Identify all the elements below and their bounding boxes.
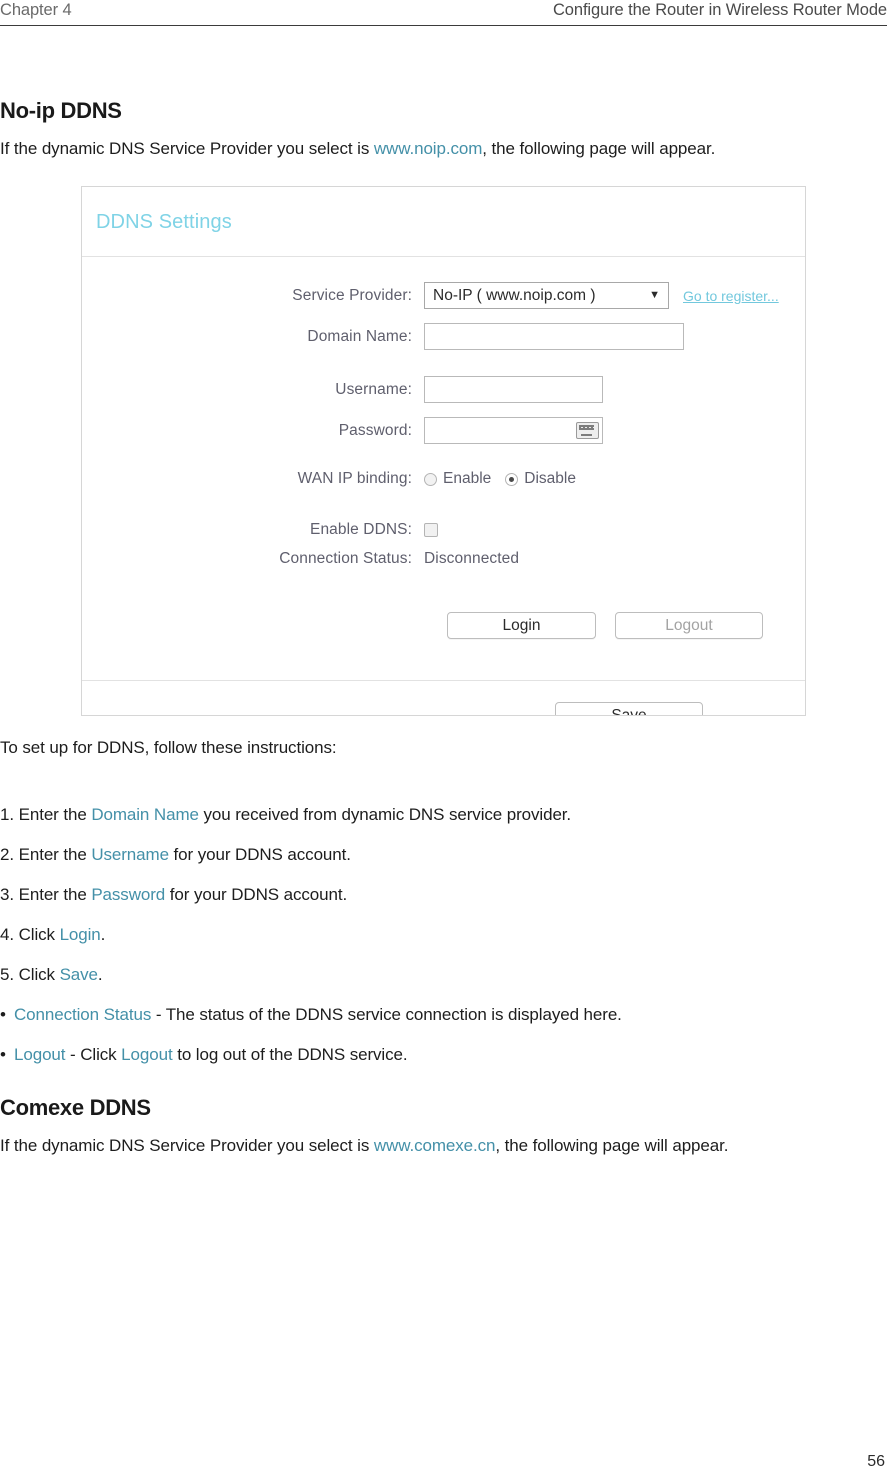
step-4-link[interactable]: Login	[60, 925, 101, 944]
radio-enable-label: Enable	[443, 470, 492, 487]
step-2-link[interactable]: Username	[91, 845, 169, 864]
bullet-logout: • Logout - Click Logout to log out of the…	[0, 1042, 408, 1068]
wan-ip-binding-control: Enable Disable	[424, 470, 576, 488]
instruction-step-4: 4. Click Login.	[0, 922, 105, 948]
step-2-prefix: 2. Enter the	[0, 845, 92, 864]
instruction-step-5: 5. Click Save.	[0, 962, 103, 988]
field-row-connection-status: Connection Status: Disconnected	[82, 550, 805, 568]
panel-footer: Save	[82, 681, 805, 715]
page-number: 56	[867, 1453, 885, 1470]
connection-status-value: Disconnected	[424, 550, 520, 567]
comexe-intro-before: If the dynamic DNS Service Provider you …	[0, 1136, 374, 1155]
bullet-1-description: - The status of the DDNS service connect…	[151, 1005, 622, 1024]
wan-ip-binding-label: WAN IP binding:	[297, 470, 412, 487]
step-1-rest: you received from dynamic DNS service pr…	[198, 805, 572, 824]
radio-disable[interactable]	[505, 472, 519, 486]
step-1-prefix: 1. Enter the	[0, 805, 92, 824]
domain-name-control	[424, 323, 684, 350]
instructions-lead: To set up for DDNS, follow these instruc…	[0, 738, 337, 757]
document-title: Configure the Router in Wireless Router …	[552, 1, 887, 19]
bullet-1-term: Connection Status	[14, 1005, 152, 1024]
section-heading-no-ip-ddns: No-ip DDNS	[0, 98, 122, 124]
chapter-label: Chapter 4	[0, 1, 72, 19]
enable-ddns-label: Enable DDNS:	[310, 521, 412, 538]
comexe-url-link[interactable]: www.comexe.cn	[374, 1136, 496, 1155]
field-row-password: Password:	[82, 417, 805, 444]
username-label: Username:	[335, 380, 412, 398]
bullet-2-mid: - Click	[65, 1045, 122, 1064]
bullet-2-term: Logout	[14, 1045, 66, 1064]
step-1-link[interactable]: Domain Name	[91, 805, 199, 824]
password-control	[424, 417, 603, 444]
comexe-intro-after: , the following page will appear.	[495, 1136, 729, 1155]
instruction-step-1: 1. Enter the Domain Name you received fr…	[0, 802, 571, 828]
password-label: Password:	[338, 421, 412, 439]
service-provider-label: Service Provider:	[292, 286, 412, 304]
field-row-enable-ddns: Enable DDNS:	[82, 521, 805, 539]
wan-ip-binding-radio-group: Enable Disable	[424, 470, 576, 488]
bullet-2-link[interactable]: Logout	[121, 1045, 173, 1064]
service-provider-selected-value: No-IP ( www.noip.com )	[433, 286, 596, 304]
domain-name-input[interactable]	[424, 323, 684, 350]
field-row-wan-ip-binding: WAN IP binding: Enable Disable	[82, 470, 805, 488]
field-row-username: Username:	[82, 376, 805, 403]
radio-enable[interactable]	[424, 472, 437, 486]
field-row-domain-name: Domain Name:	[82, 323, 805, 350]
intro-text-after: , the following page will appear.	[482, 139, 716, 158]
login-button[interactable]: Login	[447, 612, 596, 639]
section-intro-no-ip: If the dynamic DNS Service Provider you …	[0, 136, 887, 162]
ddns-settings-panel-screenshot: DDNS Settings Service Provider: No-IP ( …	[81, 186, 806, 716]
step-5-link[interactable]: Save	[60, 965, 98, 984]
logout-button[interactable]: Logout	[615, 612, 763, 639]
step-5-prefix: 5. Click	[0, 965, 60, 984]
step-4-rest: .	[100, 925, 106, 944]
bullet-dot-icon: •	[0, 1045, 6, 1064]
section-heading-comexe-ddns: Comexe DDNS	[0, 1095, 151, 1121]
step-4-prefix: 4. Click	[0, 925, 60, 944]
step-2-rest: for your DDNS account.	[168, 845, 351, 864]
save-button[interactable]: Save	[555, 702, 703, 715]
enable-ddns-control	[424, 523, 438, 537]
noip-url-link[interactable]: www.noip.com	[374, 139, 483, 158]
bullet-connection-status: • Connection Status - The status of the D…	[0, 1002, 622, 1028]
login-logout-button-row: Login Logout	[447, 612, 763, 639]
connection-status-label: Connection Status:	[279, 550, 412, 567]
bullet-dot-icon: •	[0, 1005, 6, 1024]
domain-name-label: Domain Name:	[307, 327, 412, 345]
username-control	[424, 376, 603, 403]
go-to-register-link[interactable]: Go to register...	[683, 288, 779, 304]
instruction-step-2: 2. Enter the Username for your DDNS acco…	[0, 842, 351, 868]
instruction-step-3: 3. Enter the Password for your DDNS acco…	[0, 882, 347, 908]
connection-status-control: Disconnected	[424, 550, 519, 568]
step-3-prefix: 3. Enter the	[0, 885, 92, 904]
keyboard-icon[interactable]	[576, 422, 599, 439]
section-intro-comexe: If the dynamic DNS Service Provider you …	[0, 1133, 887, 1159]
panel-title: DDNS Settings	[82, 187, 805, 257]
step-3-rest: for your DDNS account.	[165, 885, 348, 904]
step-5-rest: .	[97, 965, 103, 984]
username-input[interactable]	[424, 376, 603, 403]
service-provider-control: No-IP ( www.noip.com ) ▼ Go to register.…	[424, 282, 779, 309]
page-running-header: Chapter 4 Configure the Router in Wirele…	[0, 0, 887, 26]
field-row-service-provider: Service Provider: No-IP ( www.noip.com )…	[82, 282, 805, 309]
bullet-2-tail: to log out of the DDNS service.	[172, 1045, 408, 1064]
service-provider-select[interactable]: No-IP ( www.noip.com ) ▼	[424, 282, 669, 309]
panel-body: Service Provider: No-IP ( www.noip.com )…	[82, 257, 805, 681]
chevron-down-icon: ▼	[649, 289, 660, 301]
enable-ddns-checkbox[interactable]	[424, 523, 438, 537]
intro-text-before: If the dynamic DNS Service Provider you …	[0, 139, 374, 158]
password-input[interactable]	[424, 417, 603, 444]
step-3-link[interactable]: Password	[91, 885, 165, 904]
radio-disable-label: Disable	[524, 470, 576, 487]
